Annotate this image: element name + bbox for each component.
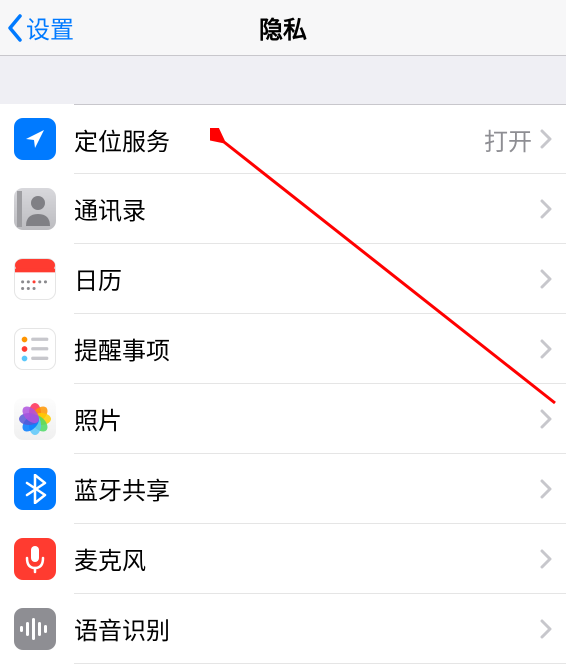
chevron-right-icon [540,409,552,429]
row-label: 日历 [74,261,540,296]
row-label: 麦克风 [74,541,540,576]
row-label: 蓝牙共享 [74,471,540,506]
calendar-row[interactable]: 日历 [0,244,566,314]
chevron-right-icon [540,199,552,219]
chevron-right-icon [540,269,552,289]
section-spacer [0,56,566,104]
chevron-right-icon [540,129,552,149]
settings-list: 定位服务 打开 通讯录 日历 提醒事项 [0,104,566,664]
photos-icon [14,398,56,440]
bluetooth-icon [14,468,56,510]
contacts-icon [14,188,56,230]
row-label: 照片 [74,401,540,436]
speech-row[interactable]: 语音识别 [0,594,566,664]
location-icon [14,118,56,160]
calendar-icon [14,258,56,300]
speech-icon [14,608,56,650]
row-label: 通讯录 [74,191,540,226]
row-value: 打开 [484,122,532,157]
chevron-right-icon [540,549,552,569]
photos-row[interactable]: 照片 [0,384,566,454]
back-button[interactable]: 设置 [0,10,74,45]
microphone-icon [14,538,56,580]
row-label: 语音识别 [74,611,540,646]
microphone-row[interactable]: 麦克风 [0,524,566,594]
row-label: 提醒事项 [74,331,540,366]
bluetooth-row[interactable]: 蓝牙共享 [0,454,566,524]
row-label: 定位服务 [74,122,484,157]
back-chevron-icon [6,14,24,42]
reminders-row[interactable]: 提醒事项 [0,314,566,384]
reminders-icon [14,328,56,370]
location-row[interactable]: 定位服务 打开 [0,104,566,174]
back-label: 设置 [26,10,74,45]
chevron-right-icon [540,339,552,359]
chevron-right-icon [540,619,552,639]
nav-header: 设置 隐私 [0,0,566,56]
page-title: 隐私 [259,10,307,45]
chevron-right-icon [540,479,552,499]
contacts-row[interactable]: 通讯录 [0,174,566,244]
